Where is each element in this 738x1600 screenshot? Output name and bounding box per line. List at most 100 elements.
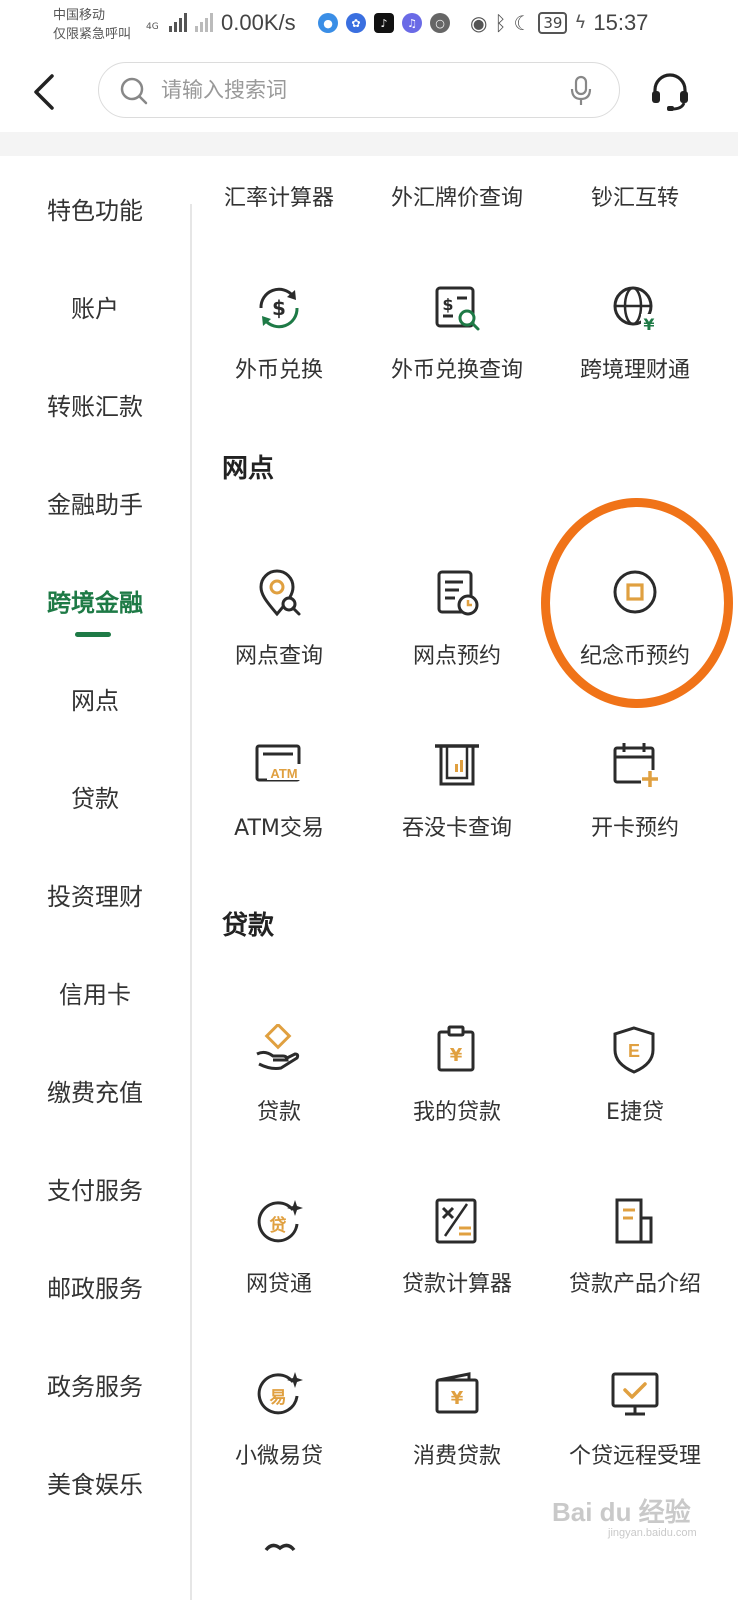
eye-icon: ◉	[470, 11, 488, 35]
sidebar-item-transfer[interactable]: 转账汇款	[0, 377, 190, 437]
currency-exchange-icon: $	[259, 287, 299, 329]
cash-remit-convert-item[interactable]: 钞汇互转	[546, 180, 724, 220]
sidebar-item-credit-card[interactable]: 信用卡	[0, 965, 190, 1025]
my-loan-item[interactable]: ¥ 我的贷款	[368, 1024, 546, 1144]
consumer-loan-item[interactable]: ¥ 消费贷款	[368, 1368, 546, 1488]
hand-coin-icon	[256, 1024, 300, 1070]
signal-indicators: 4G	[146, 12, 213, 32]
atm-transaction-item[interactable]: ATM ATM交易	[190, 740, 368, 860]
sidebar-item-loan[interactable]: 贷款	[0, 769, 190, 829]
sidebar-item-bill-pay[interactable]: 缴费充值	[0, 1063, 190, 1123]
atm-icon: ATM	[255, 744, 301, 782]
wallet-yuan-icon: ¥	[435, 1372, 479, 1414]
exchange-rate-calculator-item[interactable]: 汇率计算器	[190, 180, 368, 220]
baidu-watermark: Bai du 经验 jingyan.baidu.com	[552, 1492, 712, 1548]
charging-icon: ϟ	[574, 12, 587, 33]
partial-item-icon	[264, 1543, 296, 1552]
document-clock-icon	[437, 570, 479, 616]
watermark-text: Bai du 经验	[552, 1497, 691, 1527]
remote-loan-acceptance-item[interactable]: 个贷远程受理	[546, 1368, 724, 1488]
customer-service-icon[interactable]	[648, 70, 692, 114]
item-label: 汇率计算器	[223, 186, 334, 211]
search-box[interactable]	[98, 62, 620, 118]
item-label: 开卡预约	[590, 816, 679, 841]
swallowed-card-query-item[interactable]: 吞没卡查询	[368, 740, 546, 860]
sidebar-item-government[interactable]: 政务服务	[0, 1357, 190, 1417]
svg-text:¥: ¥	[643, 315, 654, 334]
search-input[interactable]	[161, 69, 541, 111]
microphone-icon[interactable]	[569, 75, 593, 107]
item-label: 我的贷款	[412, 1100, 501, 1125]
network-type: 4G	[146, 22, 159, 32]
item-label: 贷款产品介绍	[568, 1272, 701, 1297]
sidebar-item-account[interactable]: 账户	[0, 279, 190, 339]
branch-appointment-item[interactable]: 网点预约	[368, 568, 546, 688]
battery-level: 39	[538, 12, 568, 34]
system-icons: ◉ ᛒ ☾ 39 ϟ 15:37	[470, 10, 648, 36]
loan-product-intro-item[interactable]: 贷款产品介绍	[546, 1196, 724, 1316]
item-label: 外币兑换查询	[390, 358, 523, 383]
signal-bars-icon	[168, 12, 187, 32]
globe-yuan-icon: ¥	[613, 286, 657, 334]
svg-text:¥: ¥	[450, 1045, 463, 1066]
header	[0, 52, 738, 132]
notification-icons: ● ✿ ♪ ♫ ○	[318, 13, 450, 33]
network-speed: 0.00K/s	[221, 10, 296, 35]
loan-calculator-item[interactable]: 贷款计算器	[368, 1196, 546, 1316]
signal-bars-empty-icon	[194, 12, 213, 32]
status-bar: 中国移动 仅限紧急呼叫 4G 0.00K/s ● ✿ ♪ ♫ ○ ◉ ᛒ ☾ 3…	[0, 0, 738, 52]
branch-query-item[interactable]: 网点查询	[190, 568, 368, 688]
currency-exchange-item[interactable]: $ 外币兑换	[190, 282, 368, 402]
svg-text:$: $	[272, 296, 286, 320]
active-indicator	[75, 632, 111, 637]
micro-easy-loan-item[interactable]: 易 小微易贷	[190, 1368, 368, 1488]
sidebar-item-finance-helper[interactable]: 金融助手	[0, 475, 190, 535]
loan-badge-icon: 贷	[257, 1200, 303, 1243]
exchange-query-icon: $	[435, 286, 480, 331]
clipboard-yuan-icon: ¥	[437, 1025, 475, 1072]
svg-text:¥: ¥	[451, 1388, 464, 1409]
item-label: 外汇牌价查询	[390, 186, 523, 211]
svg-text:ATM: ATM	[270, 766, 297, 781]
easy-loan-icon: 易	[257, 1372, 303, 1415]
loan-item[interactable]: 贷款	[190, 1024, 368, 1144]
e-loan-item[interactable]: E E捷贷	[546, 1024, 724, 1144]
sidebar-item-postal[interactable]: 邮政服务	[0, 1259, 190, 1319]
back-button[interactable]	[24, 70, 64, 114]
item-label: 网点查询	[234, 644, 323, 669]
sidebar-item-branch[interactable]: 网点	[0, 671, 190, 731]
item-label: 网点预约	[412, 644, 501, 669]
location-search-icon	[259, 569, 301, 617]
music-app-icon: ♫	[402, 13, 422, 33]
carrier-info: 中国移动 仅限紧急呼叫	[53, 6, 131, 44]
svg-text:E: E	[628, 1041, 640, 1061]
cross-border-wealth-item[interactable]: ¥ 跨境理财通	[546, 282, 724, 402]
item-label: 贷款	[256, 1100, 301, 1125]
carrier-status: 仅限紧急呼叫	[53, 27, 132, 42]
calendar-plus-icon	[613, 743, 659, 788]
sidebar-item-cross-border[interactable]: 跨境金融	[0, 573, 190, 633]
item-label: 外币兑换	[234, 358, 323, 383]
shield-e-icon: E	[613, 1026, 655, 1074]
highlight-annotation	[541, 498, 733, 708]
section-title-branch: 网点	[222, 454, 275, 484]
section-title-loan: 贷款	[222, 911, 275, 941]
svg-text:$: $	[442, 295, 453, 314]
item-label: 小微易贷	[234, 1444, 323, 1469]
forex-quote-item[interactable]: 外汇牌价查询	[368, 180, 546, 220]
clock: 15:37	[593, 10, 649, 35]
sidebar-item-investment[interactable]: 投资理财	[0, 867, 190, 927]
sidebar-item-features[interactable]: 特色功能	[0, 181, 190, 241]
chevron-left-icon	[34, 74, 54, 110]
sidebar-item-food-entertainment[interactable]: 美食娱乐	[0, 1455, 190, 1515]
item-label: ATM交易	[234, 816, 324, 841]
sidebar-item-payment[interactable]: 支付服务	[0, 1161, 190, 1221]
card-slot-icon	[435, 744, 479, 786]
card-opening-appointment-item[interactable]: 开卡预约	[546, 740, 724, 860]
exchange-query-item[interactable]: $ 外币兑换查询	[368, 282, 546, 402]
calculator-icon	[435, 1198, 477, 1244]
search-icon	[120, 77, 148, 105]
watermark-url: jingyan.baidu.com	[608, 1527, 697, 1539]
online-loan-item[interactable]: 贷 网贷通	[190, 1196, 368, 1316]
item-label: 消费贷款	[412, 1444, 501, 1469]
